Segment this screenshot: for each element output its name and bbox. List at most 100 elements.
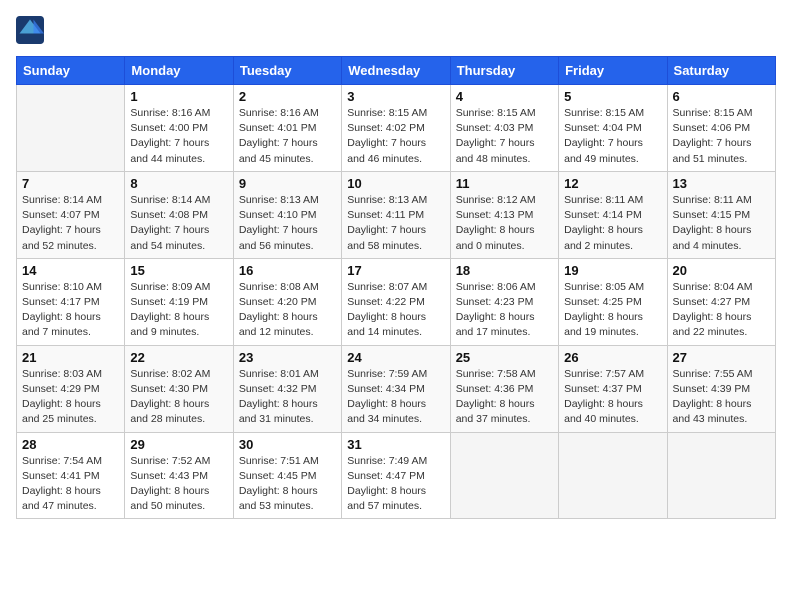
day-info: Sunrise: 8:02 AMSunset: 4:30 PMDaylight:… bbox=[130, 367, 227, 428]
calendar-cell bbox=[667, 432, 775, 519]
header-tuesday: Tuesday bbox=[233, 57, 341, 85]
day-info: Sunrise: 8:12 AMSunset: 4:13 PMDaylight:… bbox=[456, 193, 553, 254]
day-number: 30 bbox=[239, 437, 336, 452]
calendar-cell: 22Sunrise: 8:02 AMSunset: 4:30 PMDayligh… bbox=[125, 345, 233, 432]
day-info: Sunrise: 7:57 AMSunset: 4:37 PMDaylight:… bbox=[564, 367, 661, 428]
calendar-cell: 11 Sunrise: 8:12 AMSunset: 4:13 PMDayligh… bbox=[450, 171, 558, 258]
calendar-week-0: 1 Sunrise: 8:16 AMSunset: 4:00 PMDaylight… bbox=[17, 85, 776, 172]
calendar-cell bbox=[17, 85, 125, 172]
calendar-cell: 9Sunrise: 8:13 AMSunset: 4:10 PMDaylight… bbox=[233, 171, 341, 258]
calendar-cell: 10 Sunrise: 8:13 AMSunset: 4:11 PMDayligh… bbox=[342, 171, 450, 258]
day-info: Sunrise: 7:52 AMSunset: 4:43 PMDaylight:… bbox=[130, 454, 227, 515]
day-info: Sunrise: 8:15 AMSunset: 4:04 PMDaylight:… bbox=[564, 106, 661, 167]
calendar-cell bbox=[450, 432, 558, 519]
day-info: Sunrise: 7:58 AMSunset: 4:36 PMDaylight:… bbox=[456, 367, 553, 428]
header-friday: Friday bbox=[559, 57, 667, 85]
calendar-week-3: 21Sunrise: 8:03 AMSunset: 4:29 PMDayligh… bbox=[17, 345, 776, 432]
calendar-cell: 12 Sunrise: 8:11 AMSunset: 4:14 PMDayligh… bbox=[559, 171, 667, 258]
calendar-cell: 24 Sunrise: 7:59 AMSunset: 4:34 PMDayligh… bbox=[342, 345, 450, 432]
day-info: Sunrise: 7:55 AMSunset: 4:39 PMDaylight:… bbox=[673, 367, 770, 428]
day-number: 15 bbox=[130, 263, 227, 278]
day-number: 8 bbox=[130, 176, 227, 191]
calendar-week-4: 28 Sunrise: 7:54 AMSunset: 4:41 PMDayligh… bbox=[17, 432, 776, 519]
day-info: Sunrise: 8:07 AMSunset: 4:22 PMDaylight:… bbox=[347, 280, 444, 341]
calendar-cell bbox=[559, 432, 667, 519]
day-info: Sunrise: 8:15 AMSunset: 4:03 PMDaylight:… bbox=[456, 106, 553, 167]
calendar-cell: 7 Sunrise: 8:14 AMSunset: 4:07 PMDaylight… bbox=[17, 171, 125, 258]
day-number: 28 bbox=[22, 437, 119, 452]
page-header bbox=[16, 16, 776, 44]
day-info: Sunrise: 8:13 AMSunset: 4:11 PMDaylight:… bbox=[347, 193, 444, 254]
header-wednesday: Wednesday bbox=[342, 57, 450, 85]
day-number: 7 bbox=[22, 176, 119, 191]
day-number: 1 bbox=[130, 89, 227, 104]
day-number: 19 bbox=[564, 263, 661, 278]
logo-icon bbox=[16, 16, 44, 44]
calendar-week-1: 7 Sunrise: 8:14 AMSunset: 4:07 PMDaylight… bbox=[17, 171, 776, 258]
day-number: 24 bbox=[347, 350, 444, 365]
day-info: Sunrise: 7:54 AMSunset: 4:41 PMDaylight:… bbox=[22, 454, 119, 515]
calendar-cell: 28 Sunrise: 7:54 AMSunset: 4:41 PMDayligh… bbox=[17, 432, 125, 519]
day-info: Sunrise: 8:13 AMSunset: 4:10 PMDaylight:… bbox=[239, 193, 336, 254]
day-info: Sunrise: 8:15 AMSunset: 4:06 PMDaylight:… bbox=[673, 106, 770, 167]
day-number: 12 bbox=[564, 176, 661, 191]
day-info: Sunrise: 8:16 AMSunset: 4:00 PMDaylight:… bbox=[130, 106, 227, 167]
day-number: 4 bbox=[456, 89, 553, 104]
calendar-cell: 29 Sunrise: 7:52 AMSunset: 4:43 PMDayligh… bbox=[125, 432, 233, 519]
day-info: Sunrise: 8:05 AMSunset: 4:25 PMDaylight:… bbox=[564, 280, 661, 341]
day-number: 31 bbox=[347, 437, 444, 452]
logo bbox=[16, 16, 48, 44]
day-number: 29 bbox=[130, 437, 227, 452]
calendar-cell: 15 Sunrise: 8:09 AMSunset: 4:19 PMDayligh… bbox=[125, 258, 233, 345]
day-info: Sunrise: 8:01 AMSunset: 4:32 PMDaylight:… bbox=[239, 367, 336, 428]
day-info: Sunrise: 8:16 AMSunset: 4:01 PMDaylight:… bbox=[239, 106, 336, 167]
day-number: 14 bbox=[22, 263, 119, 278]
day-number: 10 bbox=[347, 176, 444, 191]
day-info: Sunrise: 7:51 AMSunset: 4:45 PMDaylight:… bbox=[239, 454, 336, 515]
day-info: Sunrise: 7:49 AMSunset: 4:47 PMDaylight:… bbox=[347, 454, 444, 515]
day-number: 25 bbox=[456, 350, 553, 365]
day-info: Sunrise: 8:14 AMSunset: 4:07 PMDaylight:… bbox=[22, 193, 119, 254]
day-number: 26 bbox=[564, 350, 661, 365]
day-info: Sunrise: 8:08 AMSunset: 4:20 PMDaylight:… bbox=[239, 280, 336, 341]
calendar-cell: 13 Sunrise: 8:11 AMSunset: 4:15 PMDayligh… bbox=[667, 171, 775, 258]
day-number: 3 bbox=[347, 89, 444, 104]
calendar-cell: 5 Sunrise: 8:15 AMSunset: 4:04 PMDaylight… bbox=[559, 85, 667, 172]
day-number: 5 bbox=[564, 89, 661, 104]
calendar-cell: 25 Sunrise: 7:58 AMSunset: 4:36 PMDayligh… bbox=[450, 345, 558, 432]
day-info: Sunrise: 8:04 AMSunset: 4:27 PMDaylight:… bbox=[673, 280, 770, 341]
day-number: 11 bbox=[456, 176, 553, 191]
day-info: Sunrise: 8:09 AMSunset: 4:19 PMDaylight:… bbox=[130, 280, 227, 341]
calendar-cell: 2 Sunrise: 8:16 AMSunset: 4:01 PMDaylight… bbox=[233, 85, 341, 172]
day-number: 17 bbox=[347, 263, 444, 278]
calendar-cell: 30 Sunrise: 7:51 AMSunset: 4:45 PMDayligh… bbox=[233, 432, 341, 519]
calendar-cell: 6 Sunrise: 8:15 AMSunset: 4:06 PMDaylight… bbox=[667, 85, 775, 172]
calendar-cell: 16 Sunrise: 8:08 AMSunset: 4:20 PMDayligh… bbox=[233, 258, 341, 345]
calendar-cell: 19 Sunrise: 8:05 AMSunset: 4:25 PMDayligh… bbox=[559, 258, 667, 345]
calendar-cell: 8Sunrise: 8:14 AMSunset: 4:08 PMDaylight… bbox=[125, 171, 233, 258]
calendar-header-row: SundayMondayTuesdayWednesdayThursdayFrid… bbox=[17, 57, 776, 85]
calendar-cell: 31 Sunrise: 7:49 AMSunset: 4:47 PMDayligh… bbox=[342, 432, 450, 519]
day-info: Sunrise: 8:15 AMSunset: 4:02 PMDaylight:… bbox=[347, 106, 444, 167]
day-number: 6 bbox=[673, 89, 770, 104]
day-info: Sunrise: 8:06 AMSunset: 4:23 PMDaylight:… bbox=[456, 280, 553, 341]
calendar-table: SundayMondayTuesdayWednesdayThursdayFrid… bbox=[16, 56, 776, 519]
day-number: 16 bbox=[239, 263, 336, 278]
day-info: Sunrise: 8:11 AMSunset: 4:14 PMDaylight:… bbox=[564, 193, 661, 254]
calendar-cell: 4 Sunrise: 8:15 AMSunset: 4:03 PMDaylight… bbox=[450, 85, 558, 172]
day-info: Sunrise: 7:59 AMSunset: 4:34 PMDaylight:… bbox=[347, 367, 444, 428]
header-sunday: Sunday bbox=[17, 57, 125, 85]
day-number: 27 bbox=[673, 350, 770, 365]
day-number: 2 bbox=[239, 89, 336, 104]
calendar-cell: 18Sunrise: 8:06 AMSunset: 4:23 PMDayligh… bbox=[450, 258, 558, 345]
calendar-week-2: 14Sunrise: 8:10 AMSunset: 4:17 PMDayligh… bbox=[17, 258, 776, 345]
header-monday: Monday bbox=[125, 57, 233, 85]
day-info: Sunrise: 8:11 AMSunset: 4:15 PMDaylight:… bbox=[673, 193, 770, 254]
calendar-cell: 20Sunrise: 8:04 AMSunset: 4:27 PMDayligh… bbox=[667, 258, 775, 345]
day-info: Sunrise: 8:03 AMSunset: 4:29 PMDaylight:… bbox=[22, 367, 119, 428]
day-number: 13 bbox=[673, 176, 770, 191]
calendar-cell: 26 Sunrise: 7:57 AMSunset: 4:37 PMDayligh… bbox=[559, 345, 667, 432]
calendar-cell: 3 Sunrise: 8:15 AMSunset: 4:02 PMDaylight… bbox=[342, 85, 450, 172]
day-number: 23 bbox=[239, 350, 336, 365]
calendar-cell: 23 Sunrise: 8:01 AMSunset: 4:32 PMDayligh… bbox=[233, 345, 341, 432]
